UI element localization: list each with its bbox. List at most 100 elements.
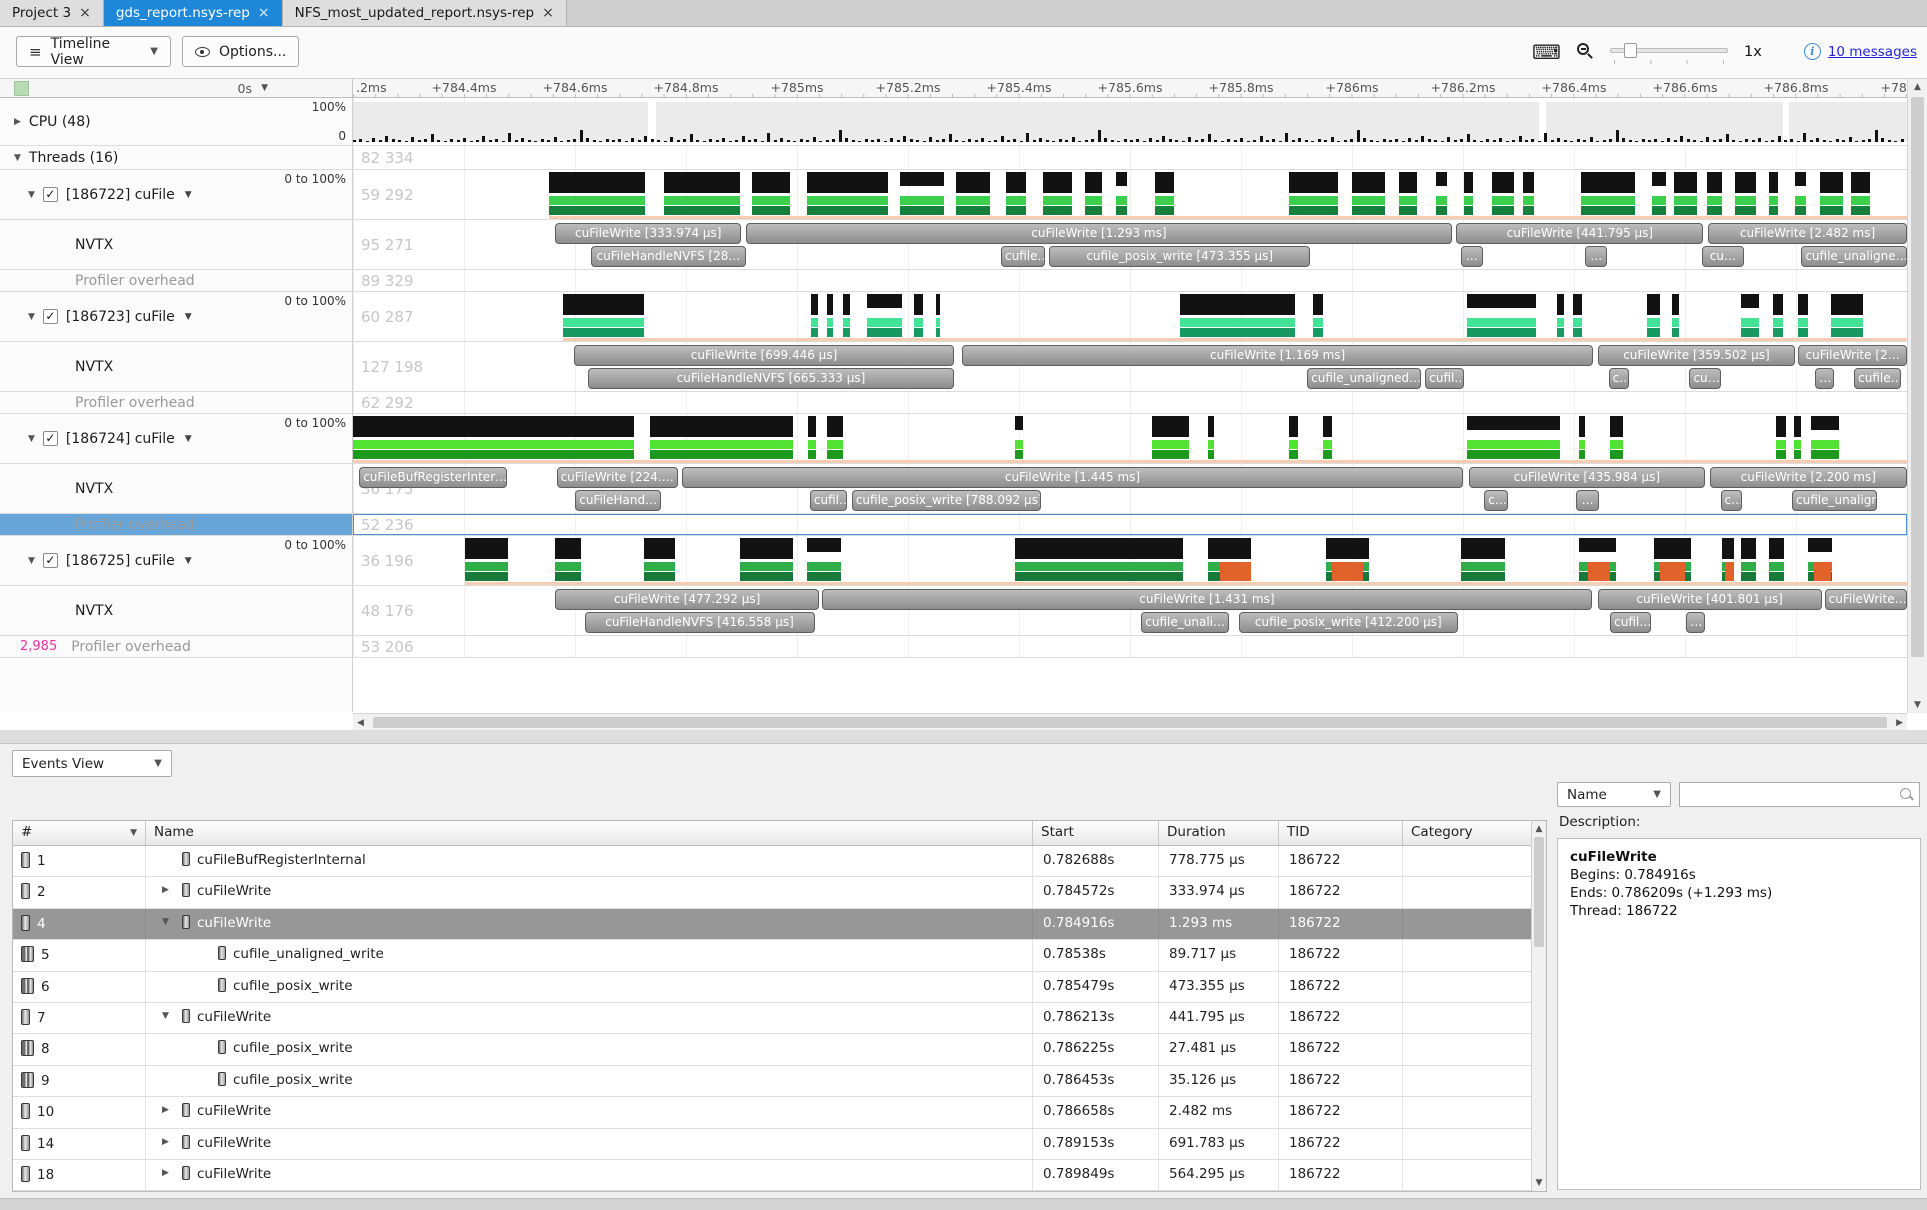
thread-menu-icon[interactable]: ▼	[185, 434, 192, 444]
nvtx-range-span[interactable]: cufile…	[1001, 246, 1045, 267]
row-label-cell[interactable]: Profiler overhead	[0, 270, 270, 291]
nvtx-range-span[interactable]: cuFileWrite [2.200 ms]	[1710, 467, 1907, 488]
row-track[interactable]: 82 334	[353, 146, 1907, 169]
nvtx-range-span[interactable]: cuFileWrite [435.984 µs]	[1469, 467, 1705, 488]
zoom-slider[interactable]	[1610, 42, 1728, 62]
keyboard-shortcuts-icon[interactable]: ⌨	[1532, 40, 1561, 64]
nvtx-range-span[interactable]: cuFileWrite…	[1825, 589, 1907, 610]
nvtx-range-span[interactable]: cuFileHandleNVFS [28…	[591, 246, 746, 267]
nvtx-range-span[interactable]: cuFileWrite [1.445 ms]	[682, 467, 1462, 488]
table-row[interactable]: 1cuFileBufRegisterInternal0.782688s778.7…	[13, 846, 1546, 877]
close-icon[interactable]: ×	[542, 6, 554, 20]
nvtx-range-span[interactable]: cufile_posix_write [412.200 µs]	[1239, 612, 1458, 633]
nvtx-range-span[interactable]: cuFileWrite [1.169 ms]	[962, 345, 1593, 366]
table-row[interactable]: 2▶cuFileWrite0.784572s333.974 µs186722	[13, 877, 1546, 908]
nvtx-range-span[interactable]: cuFileWrite [401.801 µs]	[1598, 589, 1822, 610]
row-label-cell[interactable]: NVTX	[0, 342, 270, 391]
collapse-icon[interactable]: ▼	[28, 434, 35, 444]
nvtx-range-span[interactable]: …	[1585, 246, 1607, 267]
row-track[interactable]: 59 292	[353, 170, 1907, 219]
column-header-category[interactable]: Category	[1403, 821, 1533, 845]
nvtx-range-span[interactable]: cu…	[1689, 368, 1720, 389]
zoom-slider-handle[interactable]	[1624, 43, 1637, 58]
events-view-dropdown[interactable]: Events View ▼	[12, 750, 172, 777]
column-header-tid[interactable]: TID	[1279, 821, 1403, 845]
table-row[interactable]: 4▼cuFileWrite0.784916s1.293 ms186722	[13, 909, 1546, 940]
timeline-horizontal-scrollbar[interactable]: ◀ ▶	[353, 713, 1907, 731]
close-icon[interactable]: ×	[258, 6, 270, 20]
nvtx-range-span[interactable]: cuFileBufRegisterInter…	[359, 467, 507, 488]
nvtx-range-span[interactable]: cuFileWrite [333.974 µs]	[555, 223, 741, 244]
nvtx-range-span[interactable]: cufile_posix_write [473.355 µs]	[1049, 246, 1310, 267]
collapse-icon[interactable]: ▼	[28, 556, 35, 566]
nvtx-range-span[interactable]: c…	[1721, 490, 1743, 511]
row-label-cell[interactable]: ▼Threads (16)	[0, 146, 270, 169]
table-row[interactable]: 9cufile_posix_write0.786453s35.126 µs186…	[13, 1066, 1546, 1097]
nvtx-range-span[interactable]: cufil…	[1610, 612, 1650, 633]
collapse-icon[interactable]: ▼	[28, 312, 35, 322]
view-selector-dropdown[interactable]: ≡ Timeline View ▼	[16, 36, 171, 67]
scroll-right-icon[interactable]: ▶	[1896, 718, 1903, 728]
nvtx-range-span[interactable]: cufile_posix_write [788.092 µs]	[852, 490, 1042, 511]
nvtx-range-span[interactable]: c…	[1484, 490, 1507, 511]
row-label-cell[interactable]: NVTX	[0, 220, 270, 269]
timeline-hscroll-thumb[interactable]	[373, 717, 1887, 728]
row-track[interactable]: 36 175cuFileBufRegisterInter…cuFileWrite…	[353, 464, 1907, 513]
nvtx-range-span[interactable]: …	[1686, 612, 1705, 633]
nvtx-range-span[interactable]: …	[1815, 368, 1834, 389]
row-label-cell[interactable]: NVTX	[0, 464, 270, 513]
thread-checkbox[interactable]: ✓	[43, 187, 58, 202]
nvtx-range-span[interactable]: cufil…	[1425, 368, 1464, 389]
scroll-up-icon[interactable]: ▲	[1908, 82, 1927, 92]
time-ruler[interactable]: .2ms+784.4ms+784.6ms+784.8ms+785ms+785.2…	[353, 79, 1907, 98]
column-header-start[interactable]: Start	[1033, 821, 1159, 845]
row-track[interactable]: 95 271cuFileWrite [333.974 µs]cuFileWrit…	[353, 220, 1907, 269]
table-row[interactable]: 18▶cuFileWrite0.789849s564.295 µs186722	[13, 1160, 1546, 1191]
row-label-cell[interactable]: Profiler overhead	[0, 514, 270, 535]
collapse-icon[interactable]: ▼	[162, 917, 169, 927]
table-row[interactable]: 5cufile_unaligned_write0.78538s89.717 µs…	[13, 940, 1546, 971]
sort-icon[interactable]: ▼	[130, 828, 137, 838]
thread-checkbox[interactable]: ✓	[43, 553, 58, 568]
nvtx-range-span[interactable]: c…	[1609, 368, 1629, 389]
row-track[interactable]: 36 196	[353, 536, 1907, 585]
row-track[interactable]: 127 198cuFileWrite [699.446 µs]cuFileWri…	[353, 342, 1907, 391]
close-icon[interactable]: ×	[79, 6, 91, 20]
filter-field-dropdown[interactable]: Name ▼	[1557, 782, 1671, 807]
nvtx-range-span[interactable]: …	[1576, 490, 1599, 511]
expand-icon[interactable]: ▶	[162, 1105, 169, 1115]
table-row[interactable]: 14▶cuFileWrite0.789153s691.783 µs186722	[13, 1129, 1546, 1160]
nvtx-range-span[interactable]: cufile_unaligne…	[1801, 246, 1907, 267]
table-row[interactable]: 7▼cuFileWrite0.786213s441.795 µs186722	[13, 1003, 1546, 1034]
nvtx-range-span[interactable]: cuFileWrite [441.795 µs]	[1456, 223, 1703, 244]
thread-checkbox[interactable]: ✓	[43, 431, 58, 446]
row-label-cell[interactable]: ▼✓[186722] cuFile▼	[0, 170, 270, 219]
scroll-up-icon[interactable]: ▲	[1532, 824, 1546, 834]
nvtx-range-span[interactable]: …	[1461, 246, 1483, 267]
table-row[interactable]: 10▶cuFileWrite0.786658s2.482 ms186722	[13, 1097, 1546, 1128]
collapse-icon[interactable]: ▼	[28, 190, 35, 200]
nvtx-range-span[interactable]: cuFileWrite [224.…	[557, 467, 678, 488]
expand-icon[interactable]: ▶	[162, 1137, 169, 1147]
scroll-down-icon[interactable]: ▼	[1908, 700, 1927, 710]
row-track[interactable]: 53 206	[353, 636, 1907, 657]
row-track[interactable]: 52 236	[353, 514, 1907, 535]
nvtx-range-span[interactable]: cuFileWrite [359.502 µs]	[1598, 345, 1795, 366]
row-track[interactable]: 62 292	[353, 392, 1907, 413]
scroll-left-icon[interactable]: ◀	[357, 718, 364, 728]
tab-2[interactable]: gds_report.nsys-rep×	[104, 0, 283, 26]
row-track[interactable]: 89 329	[353, 270, 1907, 291]
row-label-cell[interactable]: Profiler overhead	[0, 392, 270, 413]
nvtx-range-span[interactable]: cuFileWrite [2.482 ms]	[1708, 223, 1907, 244]
thread-menu-icon[interactable]: ▼	[185, 556, 192, 566]
nvtx-range-span[interactable]: cuFileHandleNVFS [665.333 µs]	[588, 368, 955, 389]
nvtx-range-span[interactable]: cufil…	[810, 490, 847, 511]
events-vscroll-thumb[interactable]	[1534, 837, 1544, 947]
nvtx-range-span[interactable]: cufile_unaligned…	[1307, 368, 1420, 389]
thread-menu-icon[interactable]: ▼	[185, 312, 192, 322]
row-track[interactable]: 31 189	[353, 98, 1907, 145]
tab-3[interactable]: NFS_most_updated_report.nsys-rep×	[283, 0, 567, 26]
row-label-cell[interactable]: ▼✓[186724] cuFile▼	[0, 414, 270, 463]
nvtx-range-span[interactable]: cuFileWrite [1.431 ms]	[822, 589, 1591, 610]
row-track[interactable]	[353, 414, 1907, 463]
